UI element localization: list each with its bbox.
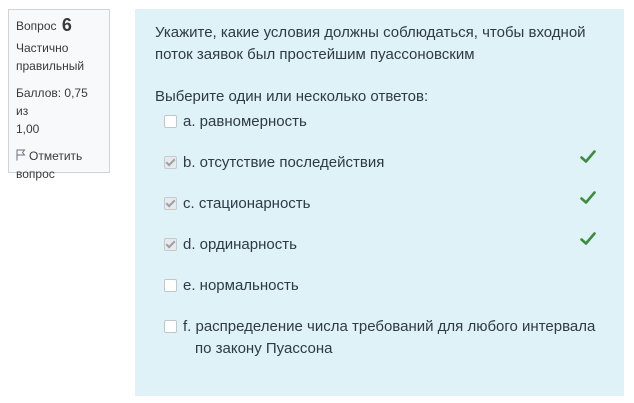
flag-icon [16,149,26,161]
answer-option-c[interactable]: c. стационарность [155,191,604,215]
correct-check-icon [580,232,596,245]
answer-checkbox-a[interactable] [164,115,177,128]
answer-option-e[interactable]: e. нормальность [155,275,604,297]
answer-option-d[interactable]: d. ординарность [155,232,604,256]
answer-option-b[interactable]: b. отсутствие последействия [155,150,604,174]
answer-prompt: Выберите один или несколько ответов: [155,88,429,105]
correct-check-icon [580,191,596,204]
answer-checkbox-b[interactable] [164,156,177,169]
answer-checkbox-d[interactable] [164,238,177,251]
answer-label-b: b. отсутствие последействия [183,154,385,171]
question-state: Частично правильный [16,39,102,75]
question-number: Вопрос 6 [16,16,102,35]
question-label: Вопрос [16,19,57,33]
answer-checkbox-f[interactable] [164,320,177,333]
question-content: Укажите, какие условия должны соблюдатьс… [135,9,624,396]
answer-label-f-line-1: f. распределение числа требований для лю… [183,318,596,335]
answer-label-e: e. нормальность [183,277,299,294]
answer-label-a: a. равномерность [183,113,307,130]
correct-check-icon [580,150,596,163]
answer-label-f-line-2: по закону Пуассона [195,340,333,357]
grade-line-2: 1,00 [16,122,40,136]
question-text-line-1: Укажите, какие условия должны соблюдатьс… [155,24,586,41]
answer-checkbox-c[interactable] [164,197,177,210]
state-line-2: правильный [16,59,85,73]
flag-label-line-1: Отметить [29,149,83,163]
answer-label-d: d. ординарность [183,236,297,253]
answer-checkbox-e[interactable] [164,279,177,292]
flag-question-link[interactable]: Отметить вопрос [16,147,102,183]
answer-label-c: c. стационарность [183,195,311,212]
grade-line-1: Баллов: 0,75 из [16,86,88,118]
flag-label-line-2: вопрос [16,167,55,181]
answer-list: a. равномерность b. отсутствие последейс… [155,111,604,360]
question-text: Укажите, какие условия должны соблюдатьс… [155,22,604,66]
answer-option-a[interactable]: a. равномерность [155,111,604,133]
question-number-value: 6 [61,15,72,35]
answer-label-f: f. распределение числа требований для лю… [183,316,604,360]
state-line-1: Частично [16,41,69,55]
answer-option-f[interactable]: f. распределение числа требований для лю… [155,316,604,360]
question-info-panel: Вопрос 6 Частично правильный Баллов: 0,7… [8,9,110,181]
question-grade: Баллов: 0,75 из 1,00 [16,84,102,138]
question-text-line-2: поток заявок был простейшим пуассоновски… [155,46,475,63]
